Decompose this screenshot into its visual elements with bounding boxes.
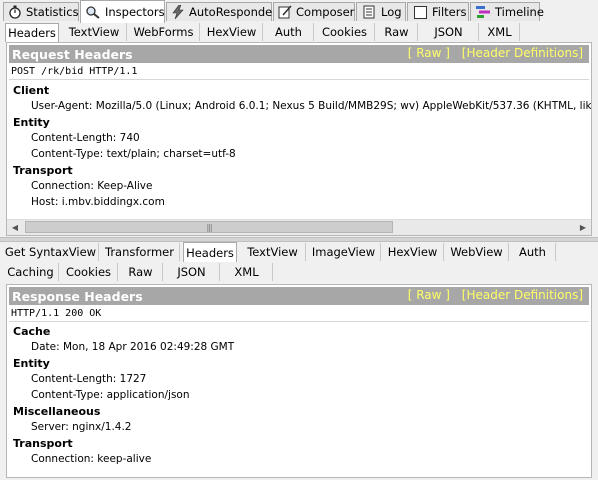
request-tab-raw[interactable]: Raw <box>376 23 418 41</box>
response-tab-auth[interactable]: Auth <box>510 243 556 261</box>
request-tab-textview[interactable]: TextView <box>62 23 127 41</box>
tab-autoresponder[interactable]: AutoResponder <box>166 2 277 21</box>
inspect-icon <box>85 5 101 19</box>
header-content-type[interactable]: Content-Type: text/plain; charset=utf-8 <box>31 148 236 160</box>
response-tab-get-syntaxview[interactable]: Get SyntaxView <box>3 243 99 261</box>
header-content-length[interactable]: Content-Length: 1727 <box>31 373 146 385</box>
tab-composer[interactable]: Composer <box>273 2 355 21</box>
timeline-icon <box>475 5 491 19</box>
response-tab-imageview[interactable]: ImageView <box>307 243 381 261</box>
compose-icon <box>278 5 292 19</box>
tab-label: Log <box>381 5 402 19</box>
response-headers-title: Response Headers <box>12 288 143 304</box>
response-headers-panel: Response Headers [ Raw ] [Header Definit… <box>6 284 592 478</box>
response-tab-strip-row1: Get SyntaxView Transformer Headers TextV… <box>0 242 598 262</box>
response-tab-headers[interactable]: Headers <box>183 242 237 262</box>
scroll-left-arrow-icon[interactable]: ◀ <box>7 220 23 235</box>
scroll-right-arrow-icon[interactable]: ▶ <box>575 220 591 235</box>
group-entity: Entity <box>13 116 50 129</box>
header-content-length[interactable]: Content-Length: 740 <box>31 132 140 144</box>
tab-label: AutoResponder <box>189 5 277 19</box>
request-header-definitions-link[interactable]: [Header Definitions] <box>462 46 583 60</box>
group-transport: Transport <box>13 164 73 177</box>
response-header-definitions-link[interactable]: [Header Definitions] <box>462 288 583 302</box>
response-tab-json[interactable]: JSON <box>164 263 220 281</box>
tab-label: Composer <box>296 5 355 19</box>
response-tab-strip-row2: Caching Cookies Raw JSON XML <box>0 263 598 283</box>
request-tab-json[interactable]: JSON <box>419 23 479 41</box>
request-headers-panel: Request Headers [ Raw ] [Header Definiti… <box>6 42 592 236</box>
group-cache: Cache <box>13 325 51 338</box>
header-connection[interactable]: Connection: Keep-Alive <box>31 180 152 192</box>
request-raw-link[interactable]: [ Raw ] <box>408 46 450 60</box>
request-tab-headers[interactable]: Headers <box>5 23 59 42</box>
request-tab-auth[interactable]: Auth <box>264 23 314 41</box>
tab-inspectors[interactable]: Inspectors <box>80 0 165 23</box>
checkbox-icon <box>412 5 428 19</box>
header-user-agent[interactable]: User-Agent: Mozilla/5.0 (Linux; Android … <box>31 100 591 112</box>
header-content-type[interactable]: Content-Type: application/json <box>31 389 190 401</box>
request-tab-hexview[interactable]: HexView <box>201 23 263 41</box>
tab-label: Statistics <box>26 5 79 19</box>
request-tab-cookies[interactable]: Cookies <box>315 23 375 41</box>
scrollbar-thumb[interactable]: ||| <box>25 221 393 233</box>
log-icon <box>361 5 377 19</box>
response-tab-caching[interactable]: Caching <box>3 263 59 281</box>
response-headers-title-bar: Response Headers [ Raw ] [Header Definit… <box>9 287 589 305</box>
request-headers-title: Request Headers <box>12 46 133 62</box>
request-tab-xml[interactable]: XML <box>480 23 520 41</box>
request-headers-title-bar: Request Headers [ Raw ] [Header Definiti… <box>9 45 589 63</box>
response-raw-link[interactable]: [ Raw ] <box>408 288 450 302</box>
response-tab-xml[interactable]: XML <box>221 263 273 281</box>
request-tab-strip: Headers TextView WebForms HexView Auth C… <box>0 22 598 42</box>
response-tab-raw[interactable]: Raw <box>119 263 163 281</box>
header-date[interactable]: Date: Mon, 18 Apr 2016 02:49:28 GMT <box>31 341 234 353</box>
header-server[interactable]: Server: nginx/1.4.2 <box>31 421 131 433</box>
request-line: POST /rk/bid HTTP/1.1 <box>9 64 589 80</box>
group-transport: Transport <box>13 437 73 450</box>
main-tab-strip: Statistics Inspectors AutoResponder Comp… <box>0 0 598 23</box>
tab-timeline[interactable]: Timeline <box>470 2 544 21</box>
status-line: HTTP/1.1 200 OK <box>9 306 589 322</box>
header-connection[interactable]: Connection: keep-alive <box>31 453 151 465</box>
lightning-icon <box>171 5 185 19</box>
group-miscellaneous: Miscellaneous <box>13 405 101 418</box>
response-tab-webview[interactable]: WebView <box>445 243 509 261</box>
tab-statistics[interactable]: Statistics <box>3 2 79 21</box>
tab-log[interactable]: Log <box>356 2 406 21</box>
tab-filters[interactable]: Filters <box>407 2 469 21</box>
header-host[interactable]: Host: i.mbv.biddingx.com <box>31 196 165 208</box>
stopwatch-icon <box>8 5 22 19</box>
tab-label: Inspectors <box>105 5 165 19</box>
response-tab-transformer[interactable]: Transformer <box>100 243 180 261</box>
request-horizontal-scrollbar[interactable]: ◀ ||| ▶ <box>7 219 591 235</box>
response-tab-hexview[interactable]: HexView <box>382 243 444 261</box>
group-client: Client <box>13 84 50 97</box>
tab-label: Filters <box>432 5 467 19</box>
response-tab-cookies[interactable]: Cookies <box>60 263 118 281</box>
response-tab-textview[interactable]: TextView <box>240 243 306 261</box>
request-tab-webforms[interactable]: WebForms <box>128 23 200 41</box>
tab-label: Timeline <box>495 5 544 19</box>
group-entity: Entity <box>13 357 50 370</box>
